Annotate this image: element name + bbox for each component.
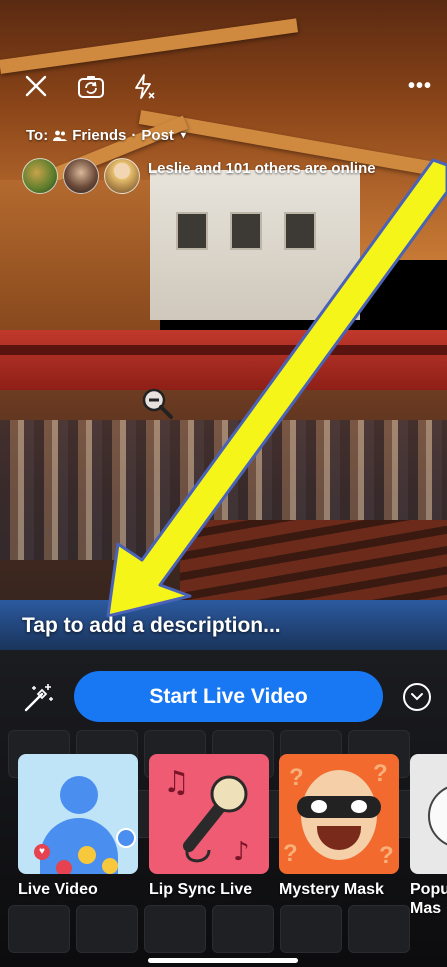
avatar [63,158,99,194]
to-label: To: [26,127,49,144]
mystery-mask-thumbnail: ? ? ? ? [279,754,399,874]
description-input[interactable]: Tap to add a description... [22,614,281,638]
effect-label: Mystery Mask [279,881,384,898]
online-status-text: Leslie and 101 others are online [148,160,376,177]
close-icon [25,75,47,97]
magic-wand-icon [24,684,53,712]
separator: · [131,127,137,144]
balcony-rail [0,345,447,355]
avatar [22,158,58,194]
effect-live-video[interactable]: ♥ Live Video [18,754,138,899]
live-camera-screen: ••• To: Friends · Post ▾ Leslie and 101 … [0,0,447,967]
svg-text:♪: ♪ [233,837,250,867]
flip-camera-button[interactable] [76,72,106,102]
wall-window [176,212,208,250]
popular-mask-thumbnail [410,754,447,874]
effect-label: Lip Sync Live [149,881,253,898]
avatar [104,158,140,194]
effect-label: Live Video [18,881,98,898]
post-label: Post [141,127,174,144]
flash-off-icon [135,74,155,99]
online-friends[interactable]: Leslie and 101 others are online [22,158,378,194]
expand-effects-button[interactable] [403,683,431,711]
svg-text:♫: ♫ [163,765,190,800]
more-options-button[interactable]: ••• [405,72,435,100]
balcony [0,330,447,390]
live-video-thumbnail: ♥ [18,754,138,874]
microphone-icon: ♫ ♪ [163,765,250,867]
camera-flip-icon [78,76,104,98]
effects-tray: ♥ Live Video ♫ ♪ Lip Sync Live ? ? ? ? M… [0,748,447,928]
effect-mystery-mask[interactable]: ? ? ? ? Mystery Mask [279,754,399,899]
chevron-down-icon [411,693,423,701]
zoom-out-icon [142,388,173,419]
close-button[interactable] [22,72,50,100]
chevron-down-icon: ▾ [180,130,186,141]
audience-label: Friends [72,127,127,144]
flash-button[interactable] [130,72,158,102]
effects-wand-button[interactable] [22,680,56,714]
effect-lip-sync-live[interactable]: ♫ ♪ Lip Sync Live [149,754,269,899]
effect-popular-mask[interactable]: Popu Mas [410,754,447,918]
wall-window [230,212,262,250]
audience-selector[interactable]: To: Friends · Post ▾ [26,127,186,144]
start-live-video-button[interactable]: Start Live Video [74,671,383,722]
wall-window [284,212,316,250]
lip-sync-thumbnail: ♫ ♪ [149,754,269,874]
home-indicator[interactable] [148,958,298,963]
friends-icon [53,130,68,141]
effect-label: Popu Mas [410,881,447,917]
